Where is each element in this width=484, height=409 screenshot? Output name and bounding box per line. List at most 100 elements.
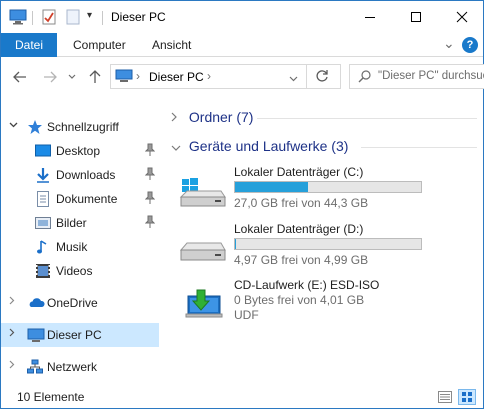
up-arrow-icon <box>89 70 101 83</box>
videos-icon <box>35 263 51 279</box>
pictures-icon <box>35 215 51 231</box>
group-folders[interactable]: Ordner (7) <box>171 109 477 125</box>
help-icon[interactable]: ? <box>462 37 478 53</box>
sidebar-item-label: Dieser PC <box>47 328 102 342</box>
pin-icon[interactable] <box>144 191 156 205</box>
drive-name: Lokaler Datenträger (D:) <box>234 222 364 236</box>
chevron-right-icon[interactable] <box>9 360 15 372</box>
minimize-icon <box>365 17 375 18</box>
address-path[interactable]: Dieser PC <box>149 70 204 84</box>
ribbon-tabs: Datei Computer Ansicht ⌄ ? <box>1 33 483 57</box>
navigation-pane: Schnellzugriff Desktop Downloads Dokumen… <box>1 110 161 382</box>
sidebar-item-pictures[interactable]: Bilder <box>1 211 159 235</box>
search-box[interactable]: "Dieser PC" durchsuchen <box>349 64 484 89</box>
sidebar-item-label: Bilder <box>56 216 87 230</box>
drive-usage-bar <box>234 238 422 250</box>
recent-locations-button[interactable] <box>61 66 83 88</box>
drive-free-space: 0 Bytes frei von 4,01 GB <box>234 293 365 307</box>
pin-icon[interactable] <box>144 143 156 157</box>
sidebar-item-network[interactable]: Netzwerk <box>1 355 159 379</box>
tab-computer[interactable]: Computer <box>73 33 126 57</box>
search-placeholder[interactable]: "Dieser PC" durchsuchen <box>378 70 484 82</box>
chevron-right-icon[interactable] <box>9 296 15 308</box>
minimize-button[interactable] <box>347 1 393 33</box>
window-title: Dieser PC <box>111 10 166 24</box>
ribbon-expand-icon[interactable]: ⌄ <box>443 35 455 52</box>
drive-free-space: 4,97 GB frei von 4,99 GB <box>234 253 369 267</box>
item-count: 10 Elemente <box>17 390 85 404</box>
this-pc-icon <box>27 327 45 343</box>
chevron-right-icon[interactable] <box>9 328 15 340</box>
group-devices[interactable]: Geräte und Laufwerke (3) <box>171 138 477 154</box>
tab-file[interactable]: Datei <box>1 33 57 57</box>
drive-usage-fill <box>235 182 308 192</box>
new-folder-icon[interactable] <box>65 9 81 28</box>
address-separator[interactable]: › <box>207 69 211 83</box>
cd-drive-icon <box>179 284 227 323</box>
music-icon <box>35 239 51 255</box>
title-bar: ▾ Dieser PC <box>1 1 483 33</box>
close-button[interactable] <box>439 1 484 33</box>
sidebar-item-label: Netzwerk <box>47 360 98 374</box>
network-icon <box>27 359 43 375</box>
drive-usage-bar <box>234 181 422 193</box>
sidebar-item-quick-access[interactable]: Schnellzugriff <box>1 115 159 139</box>
drive-filesystem: UDF <box>234 308 259 322</box>
address-separator[interactable]: › <box>136 69 140 83</box>
drive-free-space: 27,0 GB frei von 44,3 GB <box>234 196 369 210</box>
up-button[interactable] <box>84 66 106 88</box>
this-pc-icon[interactable] <box>9 9 27 28</box>
title-separator <box>102 11 103 25</box>
sidebar-item-label: Schnellzugriff <box>47 120 119 134</box>
pin-icon[interactable] <box>144 167 156 181</box>
sidebar-item-videos[interactable]: Videos <box>1 259 159 283</box>
sidebar-item-onedrive[interactable]: OneDrive <box>1 291 159 315</box>
group-header-label: Ordner (7) <box>188 109 254 125</box>
windows-drive-icon <box>179 173 227 212</box>
content-pane: Ordner (7) Geräte und Laufwerke (3) Loka… <box>161 101 483 383</box>
downloads-icon <box>35 167 51 183</box>
sidebar-item-label: Videos <box>56 264 93 278</box>
sidebar-item-label: Dokumente <box>56 192 118 206</box>
group-divider <box>257 118 477 119</box>
sidebar-item-label: OneDrive <box>47 296 98 310</box>
chevron-right-icon[interactable] <box>171 112 185 125</box>
sidebar-item-music[interactable]: Musik <box>1 235 159 259</box>
documents-icon <box>35 191 51 207</box>
address-dropdown-icon[interactable] <box>289 71 298 85</box>
forward-arrow-icon <box>44 71 57 83</box>
chevron-down-icon[interactable] <box>9 120 18 131</box>
refresh-icon[interactable] <box>315 69 329 86</box>
drive-item-d[interactable]: Lokaler Datenträger (D:) 4,97 GB frei vo… <box>179 222 479 272</box>
chevron-down-icon <box>68 74 76 79</box>
chevron-down-icon[interactable] <box>171 142 185 154</box>
back-button[interactable] <box>9 66 31 88</box>
group-divider <box>361 147 477 148</box>
navigation-bar: › Dieser PC › "Dieser PC" durchsuchen <box>1 58 484 96</box>
drive-item-c[interactable]: Lokaler Datenträger (C:) 27,0 GB frei vo… <box>179 165 479 215</box>
pin-icon[interactable] <box>144 215 156 229</box>
hard-drive-icon <box>179 230 227 269</box>
group-header-label: Geräte und Laufwerke (3) <box>188 138 349 154</box>
forward-button[interactable] <box>39 66 61 88</box>
address-bar[interactable]: › Dieser PC › <box>110 64 341 89</box>
onedrive-icon <box>27 295 45 311</box>
drive-name: Lokaler Datenträger (C:) <box>234 165 364 179</box>
sidebar-item-label: Musik <box>56 240 88 254</box>
maximize-button[interactable] <box>393 1 439 33</box>
properties-icon[interactable] <box>41 9 57 28</box>
status-bar: 10 Elemente <box>1 386 483 408</box>
drive-item-e[interactable]: CD-Laufwerk (E:) ESD-ISO 0 Bytes frei vo… <box>179 278 479 328</box>
back-arrow-icon <box>13 71 26 83</box>
tiles-view-icon[interactable] <box>458 389 476 405</box>
sidebar-item-downloads[interactable]: Downloads <box>1 163 159 187</box>
sidebar-item-this-pc[interactable]: Dieser PC <box>1 323 159 347</box>
details-view-icon[interactable] <box>438 391 452 406</box>
sidebar-item-desktop[interactable]: Desktop <box>1 139 159 163</box>
sidebar-item-documents[interactable]: Dokumente <box>1 187 159 211</box>
maximize-icon <box>411 12 421 22</box>
this-pc-icon <box>115 69 133 87</box>
tab-view[interactable]: Ansicht <box>152 33 191 57</box>
desktop-icon <box>35 143 51 159</box>
customize-toolbar-icon[interactable]: ▾ <box>87 10 92 21</box>
